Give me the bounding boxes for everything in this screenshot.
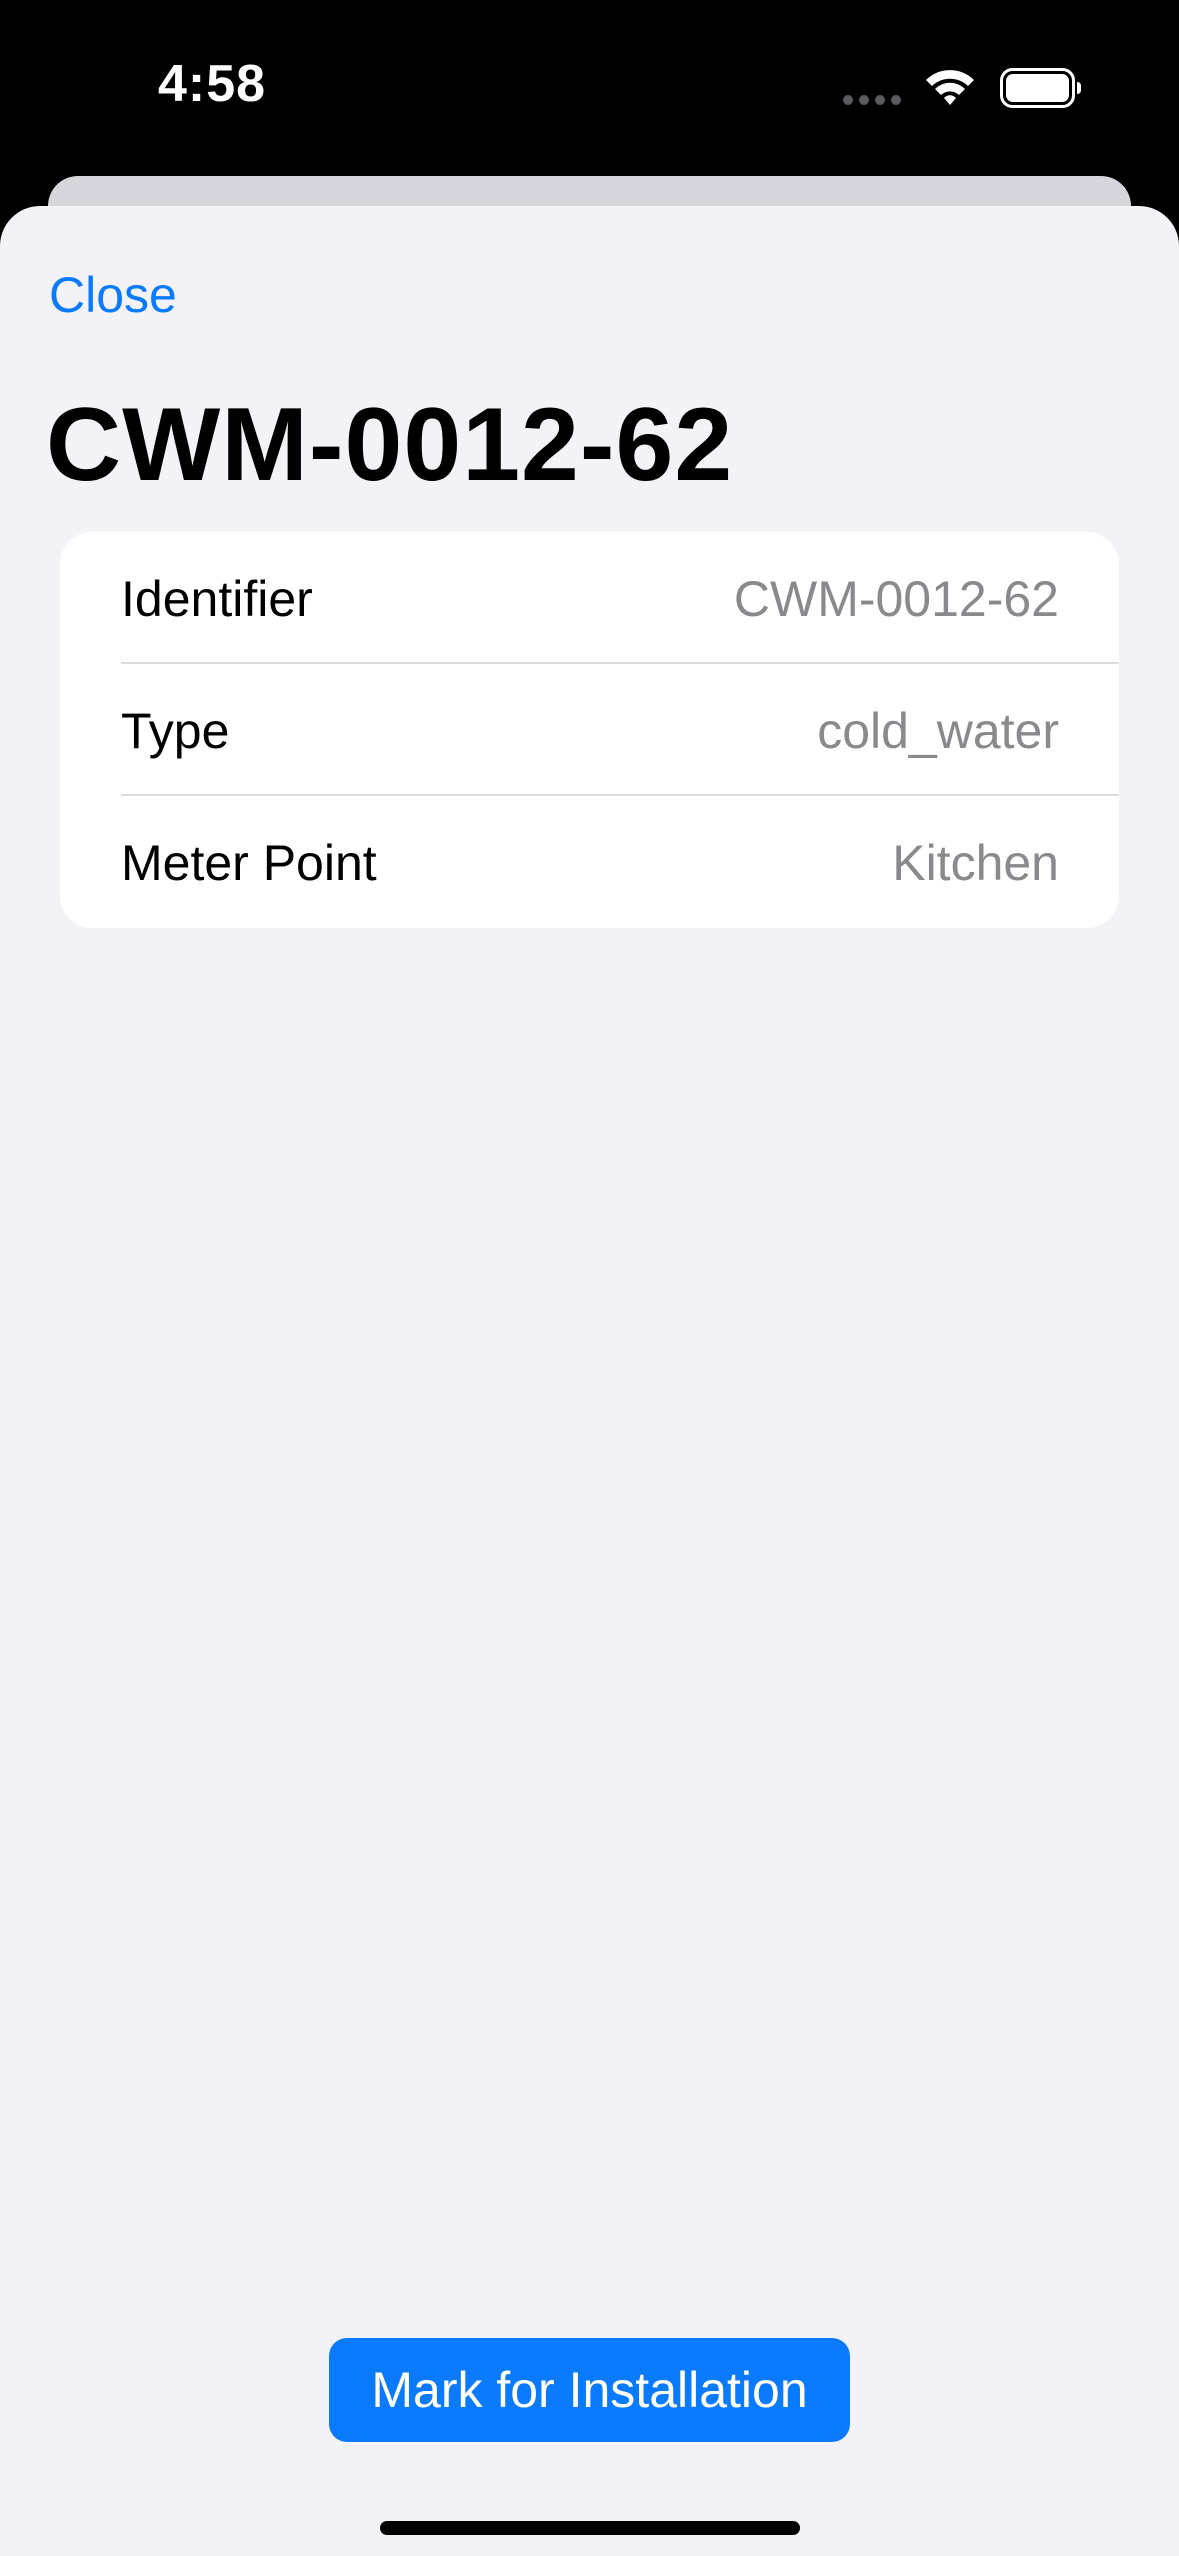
- detail-value: CWM-0012-62: [733, 571, 1059, 627]
- detail-value: cold_water: [817, 703, 1059, 759]
- mark-for-installation-button[interactable]: Mark for Installation: [329, 2338, 850, 2442]
- status-bar: 4:58: [0, 0, 1179, 175]
- status-time: 4:58: [158, 55, 267, 113]
- battery-icon: [1000, 68, 1081, 108]
- detail-label: Identifier: [121, 571, 313, 627]
- detail-row-meter-point: Meter Point Kitchen: [60, 796, 1119, 928]
- detail-row-type: Type cold_water: [60, 664, 1119, 796]
- close-button[interactable]: Close: [49, 266, 177, 324]
- detail-label: Type: [121, 703, 230, 759]
- modal-sheet: Close CWM-0012-62 Identifier CWM-0012-62…: [0, 206, 1179, 2556]
- detail-value: Kitchen: [892, 835, 1059, 891]
- home-indicator: [380, 2521, 800, 2535]
- detail-row-identifier: Identifier CWM-0012-62: [60, 532, 1119, 664]
- signal-icon: [843, 95, 901, 105]
- page-title: CWM-0012-62: [46, 387, 734, 503]
- details-list: Identifier CWM-0012-62 Type cold_water M…: [60, 532, 1119, 928]
- wifi-icon: [926, 70, 974, 105]
- detail-label: Meter Point: [121, 835, 377, 891]
